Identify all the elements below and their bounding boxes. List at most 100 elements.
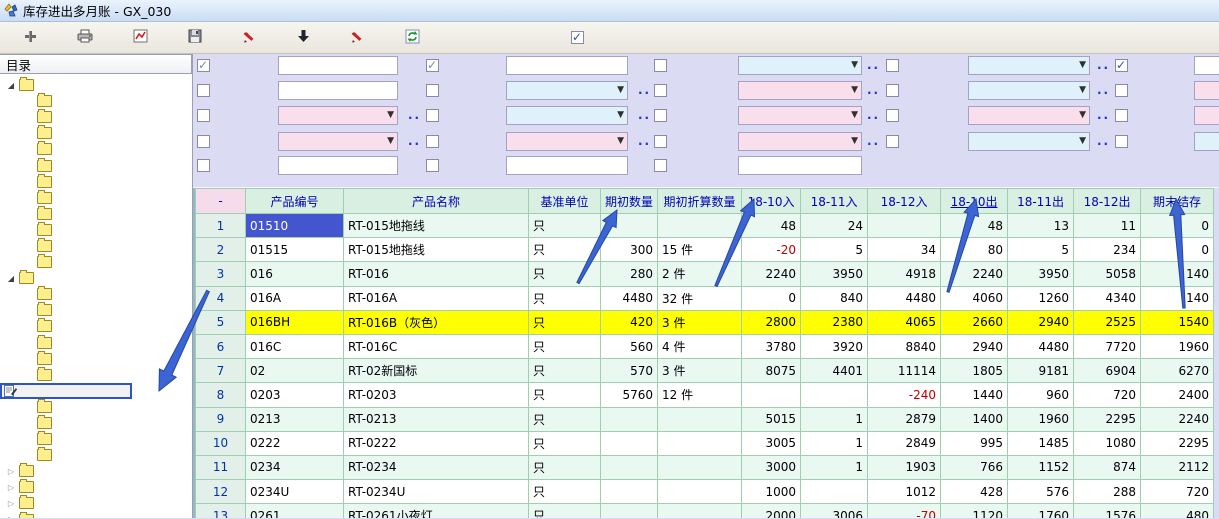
table-cell[interactable]: -20 [742, 238, 801, 262]
table-cell[interactable]: 1400 [941, 407, 1008, 431]
chevron-down-icon[interactable]: ▼ [851, 110, 858, 120]
item-search-checkbox[interactable] [197, 84, 210, 97]
table-cell[interactable]: 1960 [1141, 334, 1214, 358]
table-cell[interactable]: 1960 [1008, 407, 1074, 431]
column-header[interactable]: 期末结存 [1141, 189, 1214, 214]
table-cell[interactable]: 3 件 [658, 310, 742, 334]
table-cell[interactable]: 280 [601, 262, 658, 286]
table-cell[interactable]: 2879 [868, 407, 941, 431]
column-header[interactable]: 产品编号 [246, 189, 344, 214]
table-cell[interactable]: 只 [529, 455, 601, 479]
table-cell[interactable]: 24 [801, 214, 868, 238]
expand-icon[interactable]: ▷ [6, 515, 16, 518]
supplier-dropdown[interactable]: ▼ [1194, 106, 1219, 125]
table-cell[interactable]: 766 [941, 455, 1008, 479]
table-cell[interactable]: 560 [601, 334, 658, 358]
disabled-material-range-link[interactable]: .. [638, 108, 651, 122]
table-cell[interactable]: 2800 [742, 310, 801, 334]
row-number-cell[interactable]: 10 [196, 431, 246, 455]
table-cell[interactable]: 016C [246, 334, 344, 358]
table-cell[interactable]: 4480 [1008, 334, 1074, 358]
table-cell[interactable]: 5 [801, 238, 868, 262]
table-cell[interactable]: 1 [801, 455, 868, 479]
doc-type-dropdown[interactable]: ▼ [278, 132, 398, 151]
table-cell[interactable] [601, 407, 658, 431]
chevron-down-icon[interactable]: ▼ [1079, 136, 1086, 146]
product-set-dropdown[interactable]: ▼ [738, 106, 862, 125]
table-cell[interactable]: 11 [1074, 214, 1141, 238]
table-cell[interactable]: 1540 [1141, 310, 1214, 334]
table-cell[interactable]: 只 [529, 407, 601, 431]
table-cell[interactable]: 1485 [1008, 431, 1074, 455]
table-cell[interactable]: 3000 [742, 455, 801, 479]
table-cell[interactable]: 只 [529, 310, 601, 334]
table-cell[interactable]: 2849 [868, 431, 941, 455]
table-cell[interactable]: 只 [529, 286, 601, 310]
employee-checkbox[interactable] [886, 59, 899, 72]
table-cell[interactable]: 01510 [246, 214, 344, 238]
table-cell[interactable]: 3920 [801, 334, 868, 358]
table-cell[interactable]: RT-0234U [344, 480, 529, 504]
table-cell[interactable]: 13 [1008, 214, 1074, 238]
customer-dropdown[interactable]: ▼ [968, 106, 1090, 125]
employee-range-link[interactable]: .. [1097, 58, 1110, 72]
column-header[interactable]: 期初数量 [601, 189, 658, 214]
table-cell[interactable] [601, 480, 658, 504]
catalog-button[interactable] [18, 25, 46, 50]
inout-flag-checkbox[interactable] [886, 135, 899, 148]
table-cell[interactable]: RT-016B（灰色） [344, 310, 529, 334]
row-number-cell[interactable]: 4 [196, 286, 246, 310]
table-cell[interactable] [658, 480, 742, 504]
table-cell[interactable]: 840 [801, 286, 868, 310]
product-set-range-link[interactable]: .. [867, 108, 880, 122]
column-header[interactable]: 期初折算数量 [658, 189, 742, 214]
table-cell[interactable]: 4340 [1074, 286, 1141, 310]
start-month-input[interactable] [278, 56, 398, 75]
inout-flag-range-link[interactable]: .. [1097, 134, 1110, 148]
function-button[interactable] [292, 25, 319, 50]
table-cell[interactable]: 0234 [246, 455, 344, 479]
row-number-cell[interactable]: 11 [196, 455, 246, 479]
tree-item[interactable] [0, 222, 192, 238]
doc-note-input[interactable] [738, 156, 862, 175]
table-cell[interactable]: 2240 [1141, 407, 1214, 431]
table-cell[interactable]: 2 件 [658, 262, 742, 286]
qty-range-dropdown[interactable]: ▼ [1194, 132, 1219, 151]
table-cell[interactable]: 4480 [601, 286, 658, 310]
parent-catalog-checkbox[interactable] [886, 84, 899, 97]
window-titlebar[interactable]: 库存进出多月账 - GX_030 [0, 0, 1219, 22]
tree-item[interactable] [0, 367, 192, 383]
table-cell[interactable]: 0 [742, 286, 801, 310]
table-cell[interactable]: 1152 [1008, 455, 1074, 479]
tree-item-selected[interactable] [0, 383, 132, 399]
table-cell[interactable]: 2112 [1141, 455, 1214, 479]
table-cell[interactable]: 只 [529, 334, 601, 358]
table-cell[interactable]: 2660 [941, 310, 1008, 334]
table-cell[interactable]: 300 [601, 238, 658, 262]
row-number-cell[interactable]: 6 [196, 334, 246, 358]
customer-checkbox[interactable] [886, 109, 899, 122]
table-cell[interactable]: RT-0261小夜灯 [344, 504, 529, 518]
table-cell[interactable] [658, 455, 742, 479]
tree-item[interactable] [0, 238, 192, 254]
tree-item[interactable] [0, 206, 192, 222]
table-cell[interactable]: 1012 [868, 480, 941, 504]
tree-item[interactable] [0, 399, 192, 415]
table-cell[interactable]: 1000 [742, 480, 801, 504]
bom-detail-checkbox[interactable] [197, 109, 210, 122]
table-cell[interactable]: 016BH [246, 310, 344, 334]
table-cell[interactable]: 只 [529, 262, 601, 286]
table-cell[interactable]: 3780 [742, 334, 801, 358]
column-header[interactable]: 基准单位 [529, 189, 601, 214]
table-cell[interactable]: 01515 [246, 238, 344, 262]
table-cell[interactable] [601, 455, 658, 479]
collapse-icon[interactable]: ◢ [6, 274, 16, 283]
print-button[interactable] [72, 25, 102, 50]
table-cell[interactable]: 1260 [1008, 286, 1074, 310]
table-cell[interactable]: 48 [941, 214, 1008, 238]
table-cell[interactable]: 995 [941, 431, 1008, 455]
table-cell[interactable]: RT-02新国标 [344, 359, 529, 383]
table-cell[interactable]: 234 [1074, 238, 1141, 262]
table-cell[interactable]: 016A [246, 286, 344, 310]
table-cell[interactable]: 0 [1141, 214, 1214, 238]
